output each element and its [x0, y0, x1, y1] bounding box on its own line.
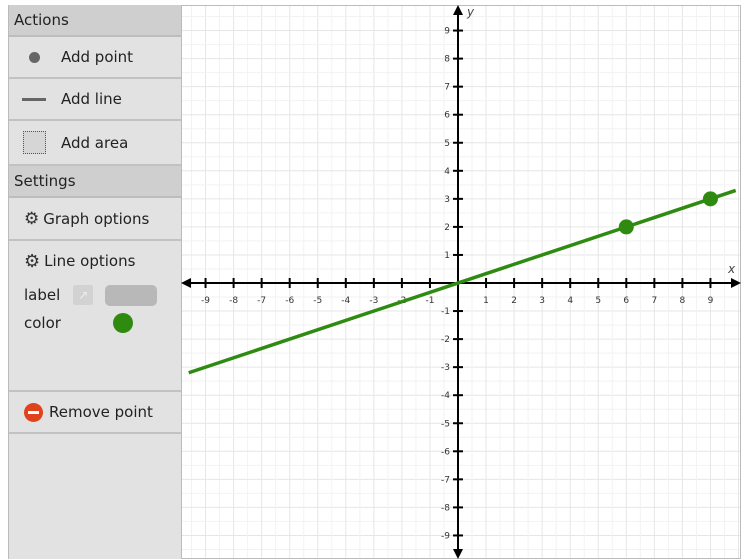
y-tick-label: 5 — [444, 139, 450, 149]
y-tick-label: 2 — [444, 223, 450, 233]
x-tick-label: 6 — [623, 296, 629, 306]
settings-header: Settings — [9, 166, 181, 198]
x-tick-label: -1 — [425, 296, 434, 306]
x-axis-label: x — [727, 262, 736, 276]
gears-icon: ⚙ — [24, 208, 40, 229]
y-tick-label: -6 — [441, 447, 450, 457]
x-axis-arrow-right — [731, 278, 741, 288]
x-tick-label: -3 — [369, 296, 378, 306]
x-tick-label: -9 — [201, 296, 210, 306]
line-options-panel: ⚙ Line options label ↗ color — [9, 241, 181, 392]
x-tick-label: -4 — [341, 296, 350, 306]
y-tick-label: -3 — [441, 363, 450, 373]
graph-options-label: Graph options — [43, 209, 150, 228]
remove-icon — [24, 402, 43, 422]
y-axis-arrow-up — [453, 5, 463, 15]
label-row: label ↗ — [9, 281, 181, 309]
add-line-label: Add line — [61, 90, 122, 108]
sidebar: Actions Add point Add line Add area Sett… — [8, 5, 182, 559]
y-axis-label: y — [466, 5, 475, 19]
add-line-button[interactable]: Add line — [9, 79, 181, 121]
remove-point-button[interactable]: Remove point — [9, 392, 181, 434]
line-options-title: ⚙ Line options — [9, 241, 181, 281]
y-tick-label: -5 — [441, 419, 450, 429]
y-tick-label: -8 — [441, 503, 450, 513]
y-tick-label: 9 — [444, 27, 450, 37]
y-tick-label: 8 — [444, 55, 450, 65]
x-tick-label: 5 — [595, 296, 601, 306]
x-tick-label: -7 — [257, 296, 266, 306]
gear-icon: ⚙ — [24, 250, 41, 272]
y-axis-arrow-down — [453, 549, 463, 559]
actions-header: Actions — [9, 5, 181, 37]
color-label: color — [24, 314, 61, 332]
y-tick-label: 7 — [444, 83, 450, 93]
x-axis-arrow-left — [181, 278, 191, 288]
label-toggle-icon[interactable]: ↗ — [73, 285, 94, 305]
y-tick-label: 4 — [444, 167, 450, 177]
y-tick-label: -1 — [441, 307, 450, 317]
area-icon — [15, 131, 53, 154]
y-tick-label: 6 — [444, 111, 450, 121]
y-tick-label: -9 — [441, 531, 450, 541]
x-tick-label: 9 — [708, 296, 714, 306]
point-icon — [15, 51, 53, 63]
x-tick-label: -6 — [285, 296, 294, 306]
graph-options-button[interactable]: ⚙ Graph options — [9, 198, 181, 241]
x-tick-label: 7 — [651, 296, 657, 306]
y-tick-label: -4 — [441, 391, 450, 401]
x-tick-label: 2 — [511, 296, 517, 306]
color-row: color — [9, 309, 181, 337]
color-swatch[interactable] — [112, 313, 133, 333]
x-tick-label: -5 — [313, 296, 322, 306]
y-tick-label: 1 — [444, 251, 450, 261]
add-area-button[interactable]: Add area — [9, 121, 181, 166]
label-input[interactable] — [105, 284, 158, 306]
y-tick-label: 3 — [444, 195, 450, 205]
x-tick-label: 8 — [680, 296, 686, 306]
x-tick-label: 3 — [539, 296, 545, 306]
label-label: label — [24, 286, 61, 304]
line-point[interactable] — [618, 219, 634, 235]
graph-canvas[interactable]: xy-9-9-8-8-7-7-6-6-5-5-4-4-3-3-2-2-1-111… — [181, 5, 741, 559]
add-area-label: Add area — [61, 133, 129, 152]
line-options-label: Line options — [44, 252, 136, 270]
y-tick-label: -2 — [441, 335, 450, 345]
add-point-label: Add point — [61, 48, 134, 66]
x-tick-label: 1 — [483, 296, 489, 306]
y-tick-label: -7 — [441, 475, 450, 485]
line-icon — [15, 97, 53, 101]
remove-point-label: Remove point — [49, 403, 153, 421]
x-tick-label: -8 — [229, 296, 238, 306]
add-point-button[interactable]: Add point — [9, 37, 181, 79]
x-tick-label: 4 — [567, 296, 573, 306]
line-point[interactable] — [702, 191, 718, 207]
